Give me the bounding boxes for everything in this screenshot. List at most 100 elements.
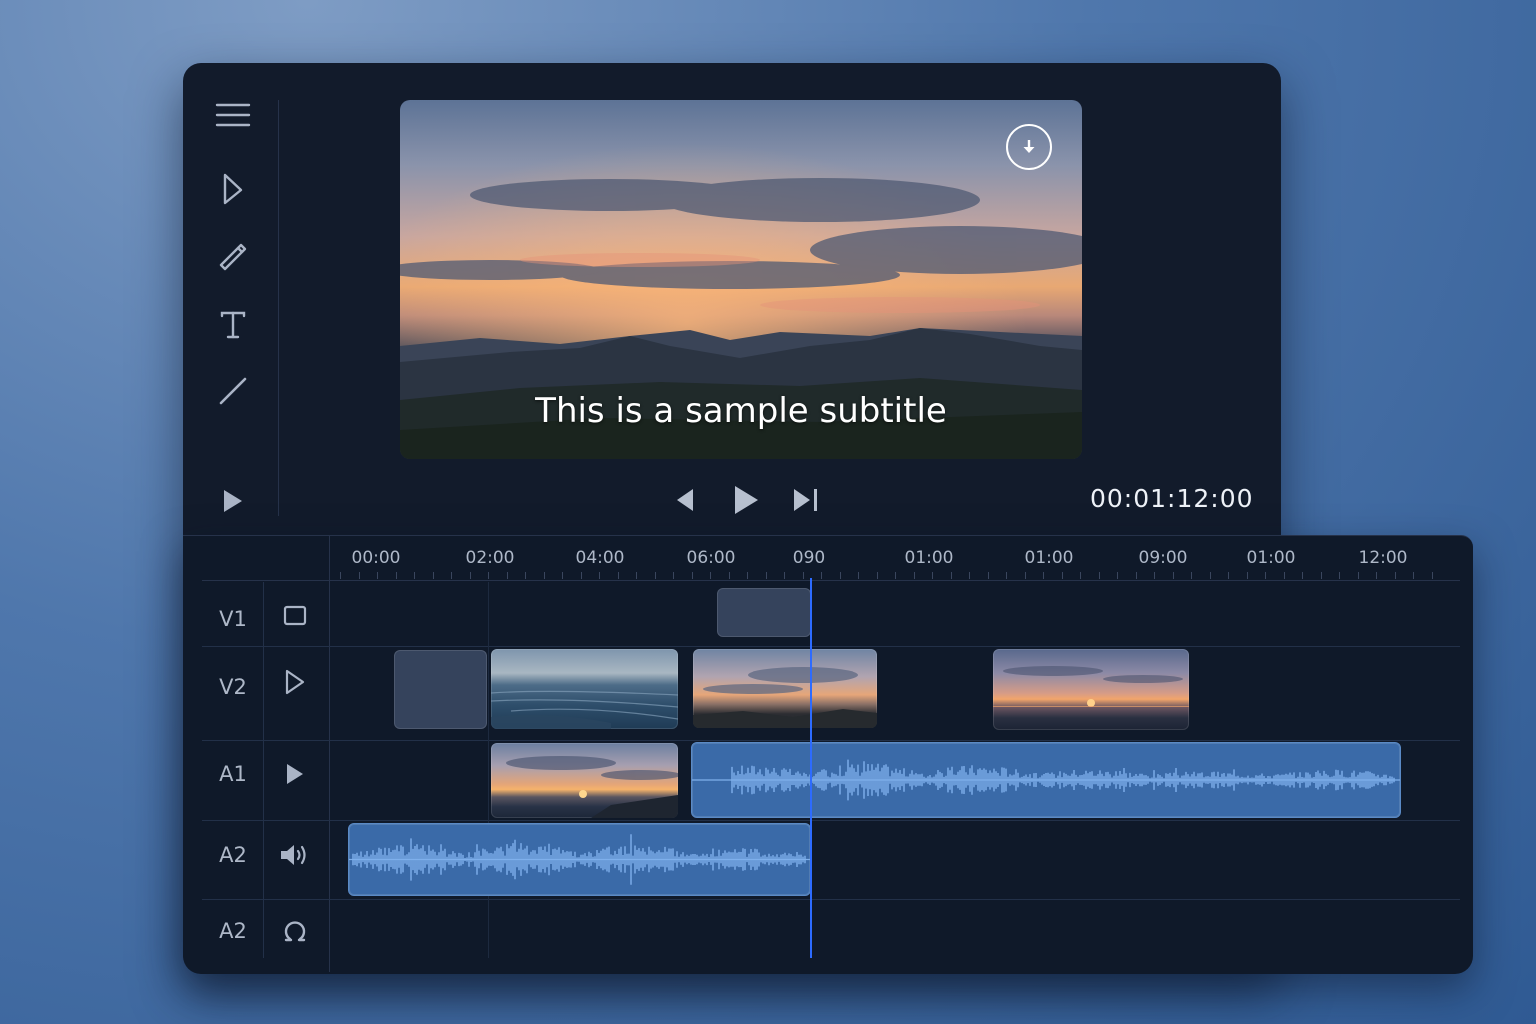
ruler-tick xyxy=(396,572,397,579)
sidebar-play-icon[interactable] xyxy=(210,478,256,524)
ruler-label: 090 xyxy=(792,548,826,568)
ruler-tick xyxy=(1043,572,1044,579)
ruler-label: 01:00 xyxy=(1024,548,1074,568)
ruler-divider xyxy=(329,536,330,972)
text-tool-icon[interactable] xyxy=(210,302,256,348)
a1-audio-clip[interactable] xyxy=(691,742,1401,818)
timeline-grid-line xyxy=(488,582,489,958)
ruler-tick xyxy=(1247,572,1248,579)
ruler-tick xyxy=(988,572,989,579)
ruler-tick xyxy=(655,572,656,579)
v2-clip-sunset-clouds[interactable] xyxy=(693,649,877,728)
ruler-label: 02:00 xyxy=(465,548,515,568)
skip-to-end-icon[interactable] xyxy=(788,478,824,522)
menu-icon[interactable] xyxy=(210,92,256,138)
a1-clip-sunset-video[interactable] xyxy=(491,743,678,818)
select-arrow-icon[interactable] xyxy=(210,166,256,212)
track-separator xyxy=(202,740,1460,741)
track-label-v2: V2 xyxy=(219,675,247,699)
ruler-tick xyxy=(914,572,915,579)
ruler-tick xyxy=(1191,572,1192,579)
track-label-a2-second: A2 xyxy=(219,919,247,943)
ruler-tick xyxy=(1321,572,1322,579)
ruler-tick xyxy=(470,572,471,579)
track-separator xyxy=(202,820,1460,821)
ruler-tick xyxy=(729,572,730,579)
v1-clip[interactable] xyxy=(717,588,811,637)
ruler-tick xyxy=(1339,572,1340,579)
loop-icon[interactable] xyxy=(272,911,318,951)
v2-clip-blank[interactable] xyxy=(394,650,487,729)
ruler-tick xyxy=(710,572,711,579)
ruler-tick xyxy=(433,572,434,579)
ruler-tick xyxy=(581,572,582,579)
a1-waveform xyxy=(692,759,1400,801)
ruler-tick xyxy=(1284,572,1285,579)
ruler-tick xyxy=(359,572,360,579)
ruler-tick xyxy=(636,572,637,579)
track-separator xyxy=(202,899,1460,900)
ruler-tick xyxy=(1376,572,1377,579)
ruler-tick xyxy=(1006,572,1007,579)
square-icon[interactable] xyxy=(272,596,318,636)
ruler-tick xyxy=(562,572,563,579)
ruler-tick xyxy=(692,572,693,579)
ruler-tick xyxy=(1136,572,1137,579)
ruler-tick xyxy=(544,572,545,579)
ruler-tick xyxy=(673,572,674,579)
ruler-tick xyxy=(340,572,341,579)
ruler-tick xyxy=(895,572,896,579)
ruler-label: 12:00 xyxy=(1358,548,1408,568)
download-circle-icon[interactable] xyxy=(1006,124,1052,170)
ruler-tick xyxy=(784,572,785,579)
timecode-display: 00:01:12:00 xyxy=(1090,484,1254,513)
ruler-tick xyxy=(377,572,378,579)
ruler-tick xyxy=(766,572,767,579)
ruler-tick xyxy=(932,572,933,579)
ruler-label: 06:00 xyxy=(686,548,736,568)
pen-icon[interactable] xyxy=(210,234,256,280)
v2-clip-ocean[interactable] xyxy=(491,649,678,729)
ruler-tick xyxy=(1228,572,1229,579)
ruler-tick xyxy=(1395,572,1396,579)
track-label-v1: V1 xyxy=(219,607,247,631)
ruler-tick xyxy=(803,572,804,579)
ruler-tick xyxy=(1099,572,1100,579)
a2-waveform xyxy=(349,834,810,885)
ruler-tick xyxy=(1062,572,1063,579)
ruler-tick xyxy=(1117,572,1118,579)
ruler-tick xyxy=(1265,572,1266,579)
v2-clip-sea-sunset[interactable] xyxy=(993,649,1189,730)
track-separator xyxy=(202,646,1460,647)
ruler-tick xyxy=(618,572,619,579)
ruler-label: 00:00 xyxy=(351,548,401,568)
ruler-tick xyxy=(840,572,841,579)
ruler-tick xyxy=(1154,572,1155,579)
ruler-tick xyxy=(1210,572,1211,579)
ruler-tick xyxy=(1080,572,1081,579)
play-filled-icon[interactable] xyxy=(272,754,318,794)
speaker-icon[interactable] xyxy=(272,835,318,875)
ruler-label: 04:00 xyxy=(575,548,625,568)
ruler-tick xyxy=(599,572,600,579)
ruler-tick xyxy=(451,572,452,579)
line-tool-icon[interactable] xyxy=(210,368,256,414)
track-label-a1: A1 xyxy=(219,762,247,786)
previous-frame-icon[interactable] xyxy=(668,478,702,522)
ruler-tick xyxy=(1413,572,1414,579)
ruler-tick xyxy=(877,572,878,579)
ruler-tick xyxy=(1432,572,1433,579)
playhead[interactable] xyxy=(810,578,812,958)
ruler-tick xyxy=(1358,572,1359,579)
ruler-tick xyxy=(525,572,526,579)
ruler-tick xyxy=(1025,572,1026,579)
ruler-tick xyxy=(488,572,489,579)
play-icon[interactable] xyxy=(726,478,766,522)
a2-audio-clip[interactable] xyxy=(348,823,811,896)
ruler-tick xyxy=(821,572,822,579)
track-label-a2: A2 xyxy=(219,843,247,867)
ruler-tick xyxy=(414,572,415,579)
ruler-tick xyxy=(507,572,508,579)
play-outline-icon[interactable] xyxy=(272,662,318,702)
ruler-tick xyxy=(1302,572,1303,579)
